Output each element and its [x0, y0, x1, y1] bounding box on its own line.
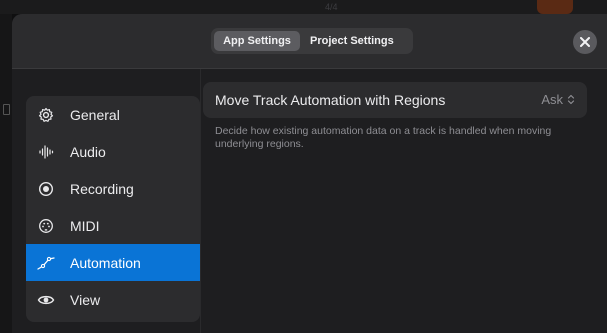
- sidebar-item-label: Automation: [70, 254, 141, 271]
- sidebar-item-general[interactable]: General: [26, 96, 200, 133]
- record-icon: [36, 179, 56, 199]
- tab-app-settings[interactable]: App Settings: [214, 31, 300, 51]
- settings-scope-switcher: App Settings Project Settings: [211, 28, 413, 54]
- chevron-up-down-icon: [567, 94, 575, 105]
- sidebar-item-label: General: [70, 106, 120, 123]
- automation-icon: [36, 253, 56, 273]
- sidebar-item-label: MIDI: [70, 217, 100, 234]
- sidebar-item-audio[interactable]: Audio: [26, 133, 200, 170]
- eye-icon: [36, 290, 56, 310]
- settings-sidebar: General Audio Recording MIDI Automation …: [26, 96, 200, 322]
- waveform-icon: [36, 142, 56, 162]
- gear-icon: [36, 105, 56, 125]
- setting-value: Ask: [541, 92, 563, 107]
- close-icon: [580, 37, 590, 47]
- midi-icon: [36, 216, 56, 236]
- sidebar-item-recording[interactable]: Recording: [26, 170, 200, 207]
- background-handle: [3, 104, 10, 115]
- sidebar-item-label: Audio: [70, 143, 106, 160]
- sidebar-item-view[interactable]: View: [26, 281, 200, 318]
- sidebar-item-label: Recording: [70, 180, 134, 197]
- background-record-indicator: [537, 0, 573, 14]
- move-track-automation-setting[interactable]: Move Track Automation with Regions Ask: [203, 82, 587, 118]
- settings-window: App Settings Project Settings General Au…: [12, 14, 607, 333]
- background-left-edge: [0, 14, 12, 333]
- close-button[interactable]: [573, 30, 597, 54]
- setting-title: Move Track Automation with Regions: [215, 92, 446, 108]
- sidebar-item-label: View: [70, 291, 101, 308]
- sidebar-divider: [200, 69, 201, 333]
- sidebar-item-midi[interactable]: MIDI: [26, 207, 200, 244]
- background-app-strip: 4/4: [0, 0, 607, 14]
- tab-project-settings[interactable]: Project Settings: [300, 31, 402, 51]
- settings-header: App Settings Project Settings: [12, 14, 607, 69]
- setting-value-popup[interactable]: Ask: [541, 92, 575, 107]
- sidebar-item-automation[interactable]: Automation: [26, 244, 200, 281]
- setting-description: Decide how existing automation data on a…: [215, 125, 552, 150]
- background-counter: 4/4: [325, 2, 338, 12]
